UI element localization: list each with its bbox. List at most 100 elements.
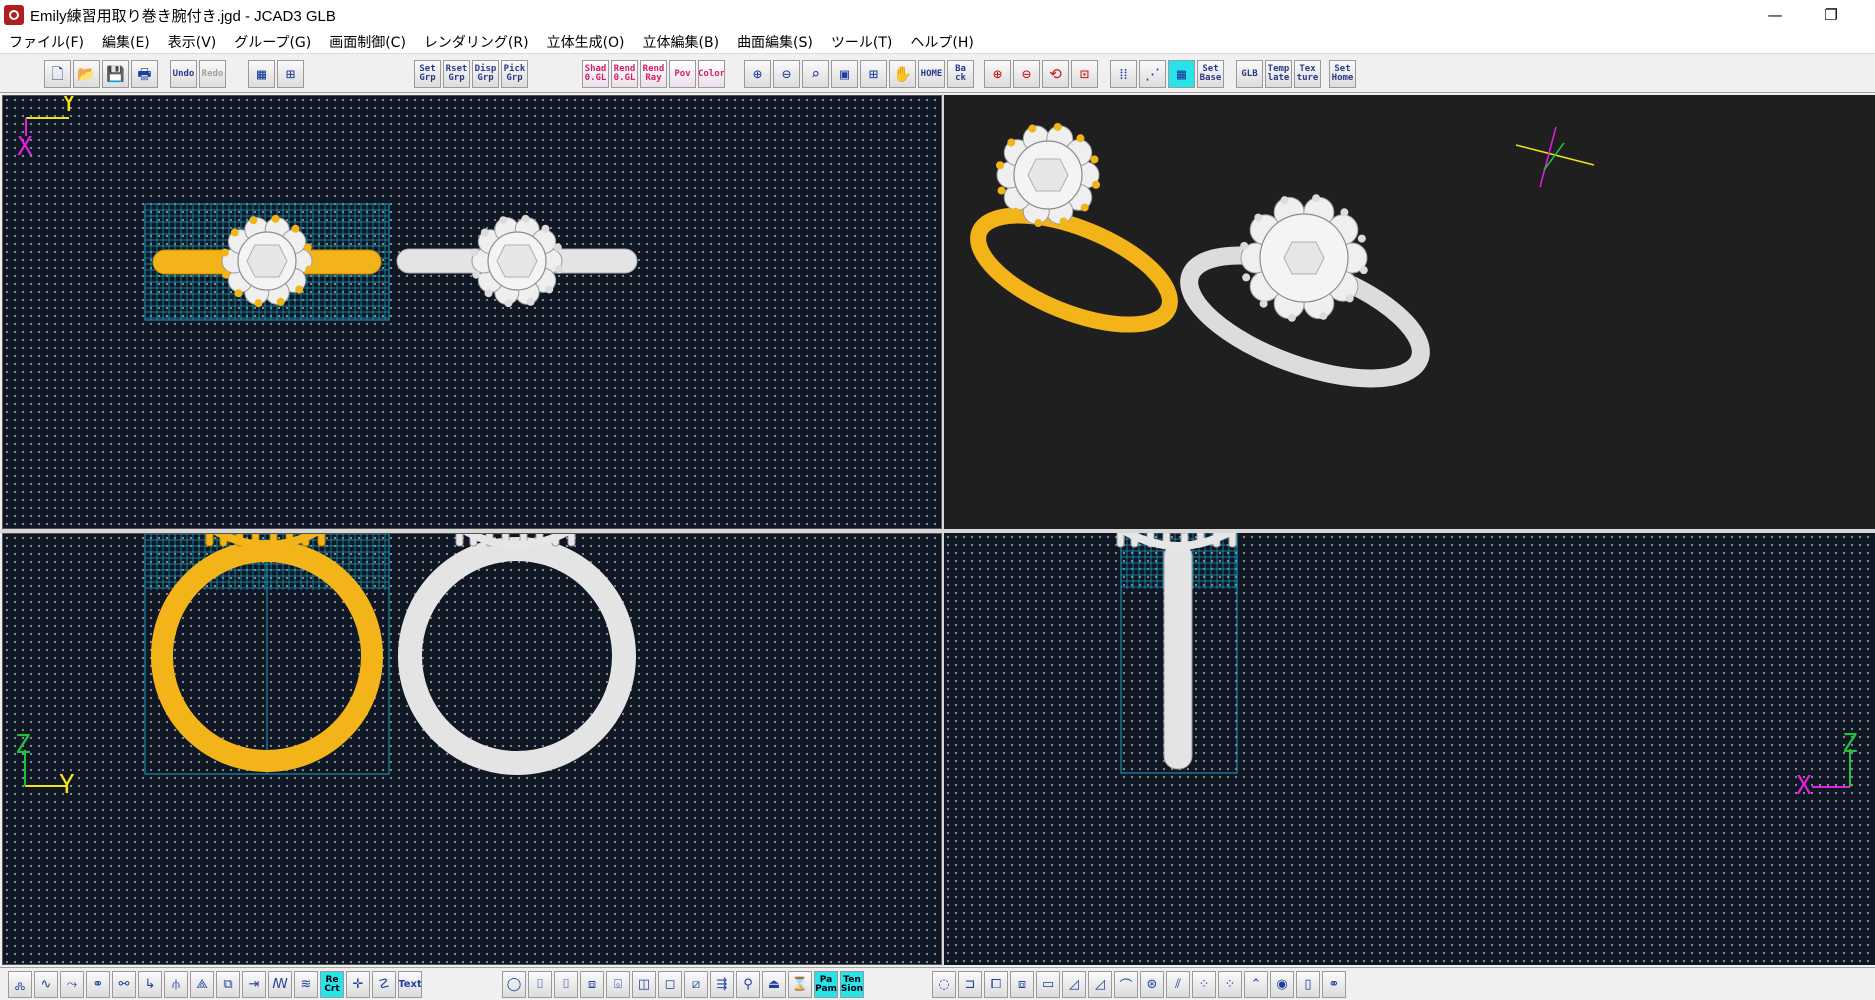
texture-button[interactable]: Tex ture (1294, 60, 1321, 88)
left-tool-button-9[interactable]: ⇥ (242, 971, 266, 998)
top-viewport[interactable]: Y X (2, 95, 942, 529)
left-tool-button-7[interactable]: ⟁ (190, 971, 214, 998)
shade-opengl-button[interactable]: Shad 0.GL (582, 60, 609, 88)
middle-tool-button-7[interactable]: ⧄ (684, 971, 708, 998)
right-tool-button-1[interactable]: ⊐ (958, 971, 982, 998)
template-button[interactable]: Temp late (1265, 60, 1292, 88)
print-button[interactable]: 🖶 (131, 60, 158, 88)
menu-view[interactable]: 表示(V) (159, 32, 226, 52)
display-group-button[interactable]: Disp Grp (472, 60, 499, 88)
left-tool-button-13[interactable]: ✛ (346, 971, 370, 998)
menu-screen-control[interactable]: 画面制御(C) (320, 32, 415, 52)
reset-group-button[interactable]: Rset Grp (443, 60, 470, 88)
right-tool-button-4[interactable]: ▭ (1036, 971, 1060, 998)
new-file-button[interactable]: 🗋 (44, 60, 71, 88)
save-button[interactable]: 💾 (102, 60, 129, 88)
front-viewport[interactable]: Y Z (2, 533, 942, 965)
left-tool-button-2[interactable]: ⤳ (60, 971, 84, 998)
menu-rendering[interactable]: レンダリング(R) (415, 32, 538, 52)
open-file-button[interactable]: 📂 (73, 60, 100, 88)
menu-solid-create[interactable]: 立体生成(O) (538, 32, 634, 52)
pick-group-button[interactable]: Pick Grp (501, 60, 528, 88)
rotate-free-button[interactable]: ⟲ (1042, 60, 1069, 88)
right-tool-button-5[interactable]: ◿ (1062, 971, 1086, 998)
back-button[interactable]: Ba ck (947, 60, 974, 88)
menu-tools[interactable]: ツール(T) (822, 32, 901, 52)
zoom-out-button[interactable]: ⊖ (773, 60, 800, 88)
right-tool-button-7[interactable]: ⌒ (1114, 971, 1138, 998)
middle-tool-button-0[interactable]: ◯ (502, 971, 526, 998)
grid-dots-button[interactable]: ⁞⁞ (1110, 60, 1137, 88)
middle-tool-button-6[interactable]: ◻ (658, 971, 682, 998)
menu-group[interactable]: グループ(G) (225, 32, 320, 52)
right-tool-button-11[interactable]: ⁘ (1218, 971, 1242, 998)
menu-solid-edit[interactable]: 立体編集(B) (634, 32, 729, 52)
side-viewport[interactable]: X Z (944, 533, 1875, 965)
menu-file[interactable]: ファイル(F) (0, 32, 93, 52)
left-tool-button-5[interactable]: ↳ (138, 971, 162, 998)
middle-tool-button-3[interactable]: ⧈ (580, 971, 604, 998)
right-tool-button-8[interactable]: ⊛ (1140, 971, 1164, 998)
right-tool-button-15[interactable]: ⚭ (1322, 971, 1346, 998)
middle-tool-button-4[interactable]: ⌺ (606, 971, 630, 998)
render-ray-button[interactable]: Rend Ray (640, 60, 667, 88)
left-tool-button-8[interactable]: ⧉ (216, 971, 240, 998)
middle-tool-button-2[interactable]: ⌷ (554, 971, 578, 998)
home-button[interactable]: HOME (918, 60, 945, 88)
right-tool-button-0[interactable]: ◌ (932, 971, 956, 998)
color-button[interactable]: Color (698, 60, 725, 88)
menu-edit[interactable]: 編集(E) (93, 32, 159, 52)
right-tool-button-9[interactable]: ⫽ (1166, 971, 1190, 998)
povray-button[interactable]: Pov (669, 60, 696, 88)
right-tool-button-6[interactable]: ◿ (1088, 971, 1112, 998)
right-tool-button-3[interactable]: ⧈ (1010, 971, 1034, 998)
redo-button[interactable]: Redo (199, 60, 226, 88)
right-tool-button-10[interactable]: ⁘ (1192, 971, 1216, 998)
menu-surface-edit[interactable]: 曲面編集(S) (728, 32, 822, 52)
left-tool-button-14[interactable]: ☡ (372, 971, 396, 998)
left-tool-button-3[interactable]: ⚭ (86, 971, 110, 998)
split-layout-button[interactable]: ⊞ (277, 60, 304, 88)
left-tool-button-15[interactable]: Text (398, 971, 422, 998)
set-base-button[interactable]: Set Base (1197, 60, 1224, 88)
pan-button[interactable]: ✋ (889, 60, 916, 88)
middle-tool-button-12[interactable]: Pa Pam (814, 971, 838, 998)
view-frame-button[interactable]: ⊡ (1071, 60, 1098, 88)
zoom-in-button[interactable]: ⊕ (744, 60, 771, 88)
left-tool-button-10[interactable]: ꟿ (268, 971, 292, 998)
middle-tool-button-13[interactable]: Ten Sion (840, 971, 864, 998)
right-tool-button-13[interactable]: ◉ (1270, 971, 1294, 998)
left-tool-button-11[interactable]: ≋ (294, 971, 318, 998)
minimize-button[interactable]: — (1747, 0, 1803, 30)
undo-button[interactable]: Undo (170, 60, 197, 88)
restore-button[interactable]: ❐ (1803, 0, 1859, 30)
rotate-plus-button[interactable]: ⊕ (984, 60, 1011, 88)
grid-fine-button[interactable]: ▦ (1168, 60, 1195, 88)
rotate-minus-button[interactable]: ⊖ (1013, 60, 1040, 88)
middle-tool-button-1[interactable]: ⌷ (528, 971, 552, 998)
right-tool-button-12[interactable]: ⌃ (1244, 971, 1268, 998)
middle-tool-button-8[interactable]: ⇶ (710, 971, 734, 998)
grid-layout-button[interactable]: ▦ (248, 60, 275, 88)
left-tool-button-1[interactable]: ∿ (34, 971, 58, 998)
app-logo-icon[interactable] (4, 5, 24, 25)
perspective-viewport[interactable] (944, 95, 1875, 529)
set-home-button[interactable]: Set Home (1329, 60, 1356, 88)
glb-button[interactable]: GLB (1236, 60, 1263, 88)
render-opengl-button[interactable]: Rend 0.GL (611, 60, 638, 88)
middle-tool-button-5[interactable]: ◫ (632, 971, 656, 998)
left-tool-button-12[interactable]: Re Crt (320, 971, 344, 998)
right-tool-button-2[interactable]: ⧠ (984, 971, 1008, 998)
middle-tool-button-10[interactable]: ⏏ (762, 971, 786, 998)
left-tool-button-6[interactable]: ⫛ (164, 971, 188, 998)
left-tool-button-4[interactable]: ⚯ (112, 971, 136, 998)
middle-tool-button-11[interactable]: ⌛ (788, 971, 812, 998)
zoom-window-button[interactable]: ⌕ (802, 60, 829, 88)
middle-tool-button-9[interactable]: ⚲ (736, 971, 760, 998)
zoom-all-button[interactable]: ▣ (831, 60, 858, 88)
right-tool-button-14[interactable]: ▯ (1296, 971, 1320, 998)
set-group-button[interactable]: Set Grp (414, 60, 441, 88)
left-tool-button-0[interactable]: 🝆 (8, 971, 32, 998)
menu-help[interactable]: ヘルプ(H) (901, 32, 982, 52)
grid-snap-button[interactable]: ⋰ (1139, 60, 1166, 88)
